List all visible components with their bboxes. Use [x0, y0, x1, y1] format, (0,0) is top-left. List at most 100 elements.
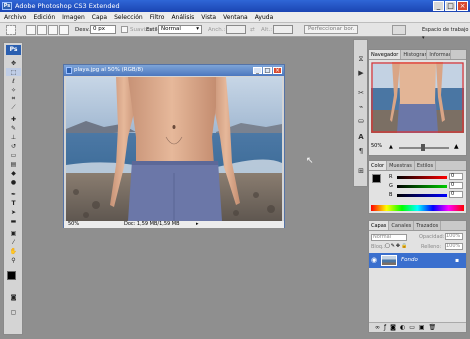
tab-histograma[interactable]: Histograma — [401, 50, 428, 59]
tab-navegador[interactable]: Navegador — [369, 50, 402, 59]
link-layers-icon[interactable]: ∞ — [375, 323, 380, 332]
zoom-in-icon[interactable]: ▲ — [454, 143, 459, 150]
tab-muestras[interactable]: Muestras — [387, 161, 415, 170]
channel-b-value[interactable]: 0 — [449, 191, 463, 198]
new-layer-icon[interactable]: ▣ — [419, 323, 425, 332]
palette-well-icon[interactable] — [392, 25, 406, 35]
menu-imagen[interactable]: Imagen — [62, 14, 85, 21]
menu-filtro[interactable]: Filtro — [150, 14, 165, 21]
lasso-tool-icon[interactable]: ℓ — [6, 77, 21, 85]
delete-layer-icon[interactable]: 🗑 — [429, 323, 437, 332]
channel-r-value[interactable]: 0 — [449, 173, 463, 180]
zoom-out-icon[interactable]: ▲ — [389, 144, 393, 150]
screen-mode-icon[interactable]: ▢ — [6, 308, 21, 316]
channel-g-value[interactable]: 0 — [449, 182, 463, 189]
swap-icon[interactable]: ⇄ — [250, 26, 255, 34]
menu-ayuda[interactable]: Ayuda — [255, 14, 274, 21]
subtract-selection-icon[interactable] — [48, 25, 58, 35]
notes-tool-icon[interactable]: ▣ — [6, 229, 21, 237]
history-brush-icon[interactable]: ↺ — [6, 142, 21, 150]
quick-mask-icon[interactable]: ◙ — [6, 293, 21, 301]
color-spectrum-bar[interactable] — [371, 205, 464, 211]
tab-color[interactable]: Color — [369, 161, 388, 170]
intersect-selection-icon[interactable] — [59, 25, 69, 35]
healing-brush-icon[interactable]: ✚ — [6, 115, 21, 123]
doc-maximize-button[interactable]: □ — [263, 67, 272, 74]
navigator-zoom-value[interactable]: 50% — [371, 143, 382, 149]
new-selection-icon[interactable] — [26, 25, 36, 35]
doc-minimize-button[interactable]: _ — [253, 67, 262, 74]
menu-analisis[interactable]: Análisis — [171, 14, 194, 21]
blur-tool-icon[interactable]: ◆ — [6, 169, 21, 177]
layer-comps-icon[interactable]: ⊞ — [356, 166, 366, 176]
menu-seleccion[interactable]: Selección — [114, 14, 143, 21]
canvas-photo[interactable] — [66, 77, 282, 221]
marquee-preset-icon[interactable] — [6, 25, 16, 35]
document-title-bar[interactable]: playa.jpg al 50% (RGB/8) _ □ × — [64, 65, 284, 76]
pen-tool-icon[interactable]: ✒ — [6, 190, 21, 198]
move-tool-icon[interactable]: ✥ — [6, 59, 21, 67]
visibility-eye-icon[interactable]: ◉ — [371, 256, 377, 264]
menu-ventana[interactable]: Ventana — [223, 14, 248, 21]
workspace-menu[interactable]: Espacio de trabajo ▾ — [422, 26, 470, 42]
doc-zoom-level[interactable]: 50% — [68, 221, 79, 228]
clone-stamp-icon[interactable]: ⊥ — [6, 133, 21, 141]
width-input[interactable] — [226, 25, 246, 34]
slice-tool-icon[interactable]: ⟋ — [6, 104, 21, 112]
layer-name[interactable]: Fondo — [401, 257, 418, 263]
gradient-tool-icon[interactable]: ▤ — [6, 160, 21, 168]
tab-canales[interactable]: Canales — [389, 221, 415, 230]
close-button[interactable]: × — [457, 1, 468, 11]
doc-close-button[interactable]: × — [273, 67, 282, 74]
brush-tool-icon[interactable]: ✎ — [6, 124, 21, 132]
maximize-button[interactable]: □ — [445, 1, 456, 11]
adjustment-layer-icon[interactable]: ◐ — [400, 323, 405, 332]
tool-presets-icon[interactable]: ✂ — [356, 88, 366, 98]
fill-input[interactable]: 100% — [445, 243, 463, 250]
character-panel-icon[interactable]: A — [356, 132, 366, 142]
feather-input[interactable]: 0 px — [90, 25, 116, 34]
hand-tool-icon[interactable]: ✋ — [6, 247, 21, 255]
tab-capas[interactable]: Capas — [369, 221, 390, 230]
layer-style-icon[interactable]: ƒ — [384, 323, 386, 332]
tab-estilos[interactable]: Estilos — [415, 161, 437, 170]
zoom-tool-icon[interactable]: ⚲ — [6, 256, 21, 264]
menu-capa[interactable]: Capa — [92, 14, 107, 21]
menu-edicion[interactable]: Edición — [33, 14, 55, 21]
style-select[interactable]: Normal ▾ — [158, 25, 202, 34]
add-mask-icon[interactable]: ◙ — [390, 323, 396, 332]
navigator-thumbnail[interactable] — [371, 62, 464, 133]
channel-r-slider[interactable] — [397, 176, 447, 179]
tab-trazados[interactable]: Trazados — [414, 221, 442, 230]
antialias-checkbox[interactable] — [121, 26, 128, 33]
opacity-input[interactable]: 100% — [445, 233, 463, 240]
tab-informacion[interactable]: Información — [427, 50, 452, 59]
menu-archivo[interactable]: Archivo — [4, 14, 26, 21]
menu-vista[interactable]: Vista — [201, 14, 216, 21]
type-tool-icon[interactable]: T — [6, 199, 21, 207]
paragraph-panel-icon[interactable]: ¶ — [356, 146, 366, 156]
new-group-icon[interactable]: ▭ — [409, 323, 415, 332]
eraser-tool-icon[interactable]: ▭ — [6, 151, 21, 159]
clone-source-icon[interactable]: ⛀ — [356, 116, 366, 126]
path-selection-icon[interactable]: ➤ — [6, 208, 21, 216]
color-fg-swatch[interactable] — [372, 174, 381, 183]
channel-b-slider[interactable] — [397, 194, 447, 197]
layer-row[interactable]: ◉ Fondo ▪ — [369, 253, 466, 268]
refine-edge-button[interactable]: Perfeccionar bor. — [304, 25, 359, 34]
foreground-color-swatch[interactable] — [7, 271, 16, 280]
channel-g-slider[interactable] — [397, 185, 447, 188]
crop-tool-icon[interactable]: ⌗ — [6, 95, 21, 103]
blend-mode-select[interactable]: Normal — [371, 234, 407, 241]
add-selection-icon[interactable] — [37, 25, 47, 35]
dodge-tool-icon[interactable]: ● — [6, 178, 21, 186]
shape-tool-icon[interactable]: ▬ — [6, 217, 21, 225]
height-input[interactable] — [273, 25, 293, 34]
marquee-tool-icon[interactable]: ⬚ — [6, 68, 21, 76]
magic-wand-tool-icon[interactable]: ✧ — [6, 86, 21, 94]
brushes-panel-icon[interactable]: ⌁ — [356, 102, 366, 112]
lock-icons[interactable]: ▢✎✥🔒 — [385, 243, 408, 249]
actions-panel-icon[interactable]: ▶ — [356, 68, 366, 78]
eyedropper-tool-icon[interactable]: ⁄ — [6, 238, 21, 246]
status-menu-arrow-icon[interactable]: ▸ — [196, 221, 199, 228]
